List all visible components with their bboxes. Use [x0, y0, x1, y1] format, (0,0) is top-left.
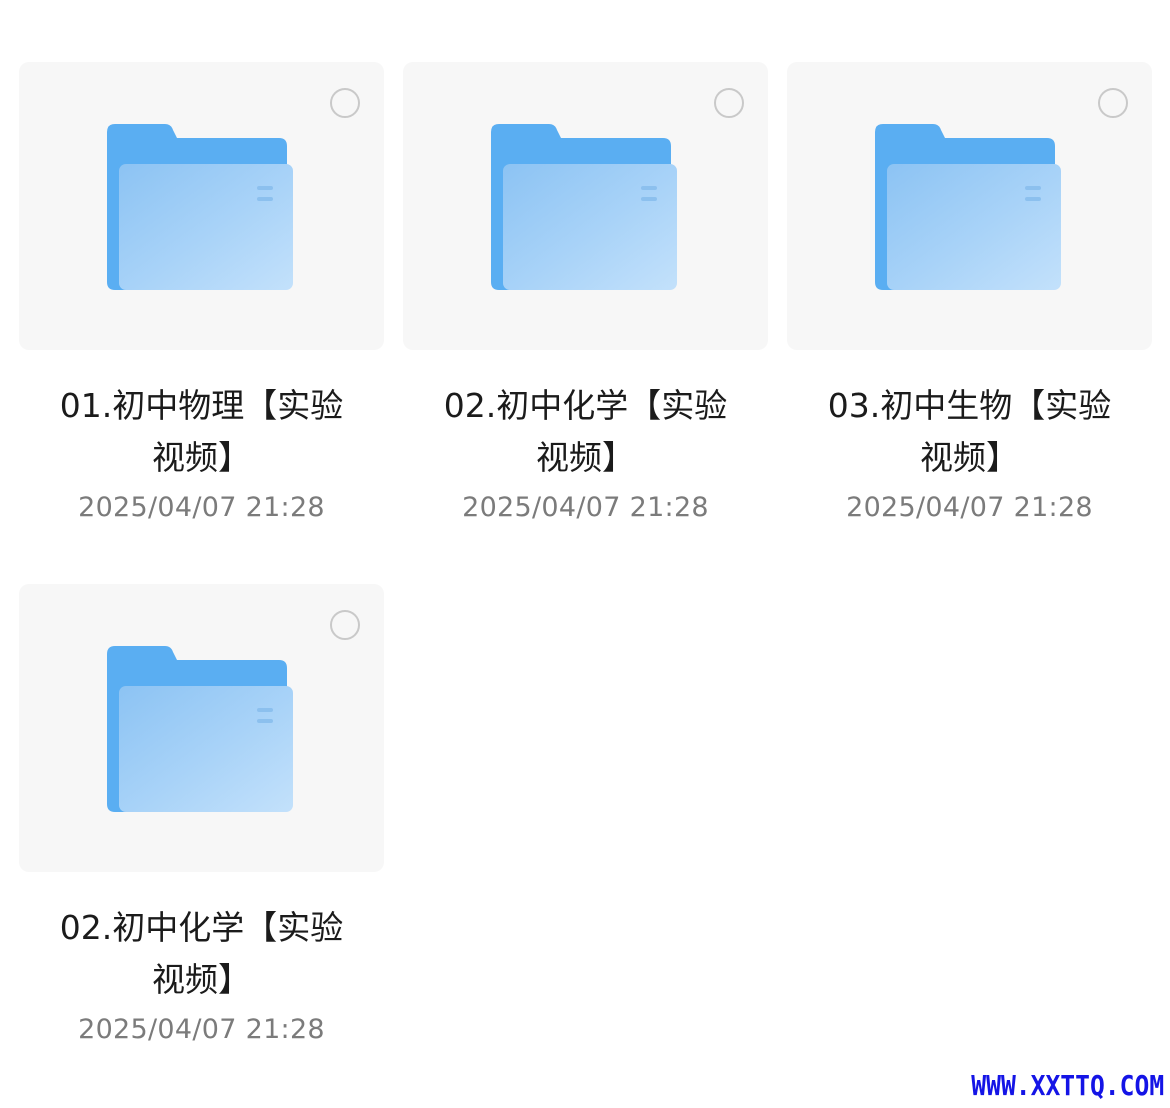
folder-name-line2: 视频】 [152, 960, 251, 999]
folder-name-line2: 视频】 [920, 438, 1019, 477]
watermark: WWW.XXTTQ.COM [971, 1069, 1164, 1102]
folder-name-line1: 02.初中化学【实验 [443, 386, 728, 425]
folder-date: 2025/04/07 21:28 [78, 1014, 325, 1045]
folder-thumbnail[interactable] [787, 62, 1152, 350]
select-checkbox[interactable] [330, 88, 360, 118]
folder-name-line1: 01.初中物理【实验 [59, 386, 344, 425]
folder-thumbnail[interactable] [19, 584, 384, 872]
folder-icon [491, 124, 681, 290]
select-checkbox[interactable] [714, 88, 744, 118]
folder-name-line2: 视频】 [152, 438, 251, 477]
folder-date: 2025/04/07 21:28 [78, 492, 325, 523]
folder-grid: 01.初中物理【实验 视频】 2025/04/07 21:28 02.初中化学【… [0, 0, 1170, 1108]
folder-name-line2: 视频】 [536, 438, 635, 477]
folder-icon [107, 124, 297, 290]
folder-name: 01.初中物理【实验 视频】 [19, 380, 384, 484]
folder-name-line1: 02.初中化学【实验 [59, 908, 344, 947]
folder-thumbnail[interactable] [403, 62, 768, 350]
folder-icon [875, 124, 1065, 290]
folder-icon [107, 646, 297, 812]
folder-name: 02.初中化学【实验 视频】 [403, 380, 768, 484]
folder-date: 2025/04/07 21:28 [846, 492, 1093, 523]
select-checkbox[interactable] [1098, 88, 1128, 118]
select-checkbox[interactable] [330, 610, 360, 640]
folder-name: 03.初中生物【实验 视频】 [787, 380, 1152, 484]
folder-thumbnail[interactable] [19, 62, 384, 350]
folder-date: 2025/04/07 21:28 [462, 492, 709, 523]
folder-name: 02.初中化学【实验 视频】 [19, 902, 384, 1006]
folder-name-line1: 03.初中生物【实验 [827, 386, 1112, 425]
